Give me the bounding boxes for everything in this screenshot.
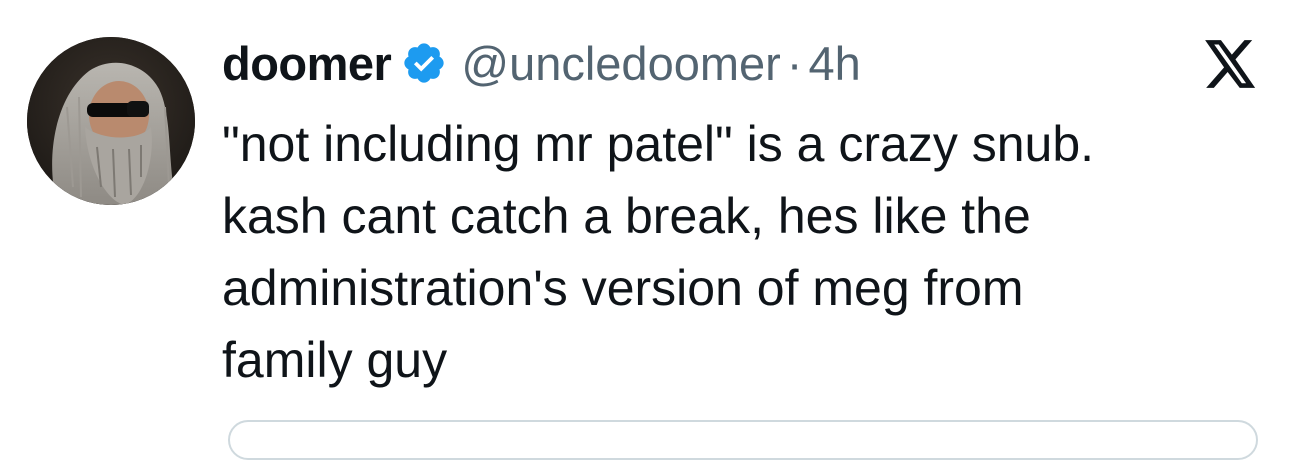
x-logo-icon[interactable] <box>1205 40 1257 88</box>
avatar-image <box>27 37 195 205</box>
verified-badge-icon[interactable] <box>401 40 447 86</box>
display-name[interactable]: doomer <box>222 36 392 91</box>
author-handle[interactable]: @uncledoomer <box>461 36 780 91</box>
tweet-text: "not including mr patel" is a crazy snub… <box>222 116 1095 388</box>
avatar[interactable] <box>27 37 195 205</box>
timestamp[interactable]: 4h <box>808 36 860 91</box>
tweet[interactable]: doomer @uncledoomer · 4h "not including … <box>0 0 1290 460</box>
tweet-header: doomer @uncledoomer · 4h <box>222 30 861 96</box>
separator-dot: · <box>786 36 803 90</box>
quoted-card-edge[interactable] <box>228 420 1258 460</box>
